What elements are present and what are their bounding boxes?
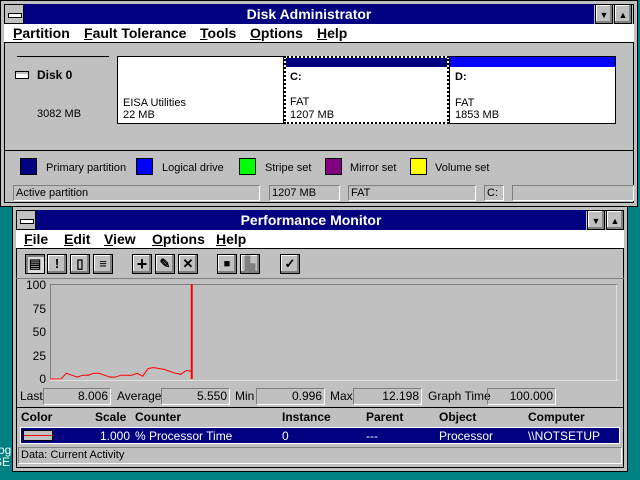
max-label: Max [330, 389, 353, 403]
chart-view-button[interactable]: ▤ [25, 254, 45, 274]
max-value: 12.198 [353, 388, 422, 405]
legend-swatch-primary [20, 158, 37, 175]
graph-time-value: 100.000 [487, 388, 556, 405]
y-tick-label: 75 [32, 302, 46, 316]
average-value: 5.550 [161, 388, 230, 405]
counter-computer: \\NOTSETUP [528, 429, 601, 443]
alert-view-button[interactable]: ! [47, 254, 67, 274]
partition-color-bar [450, 57, 615, 67]
system-menu-button[interactable] [16, 210, 36, 230]
counter-scale: 1.000 [100, 429, 131, 443]
report-view-button[interactable]: ≡ [93, 254, 113, 274]
partition-eisa[interactable]: EISA Utilities 22 MB [117, 56, 284, 124]
disk-size: 3082 MB [37, 108, 82, 120]
min-label: Min [235, 389, 255, 403]
partition-c[interactable]: C: FAT 1207 MB [284, 56, 449, 124]
disk-icon [15, 71, 29, 79]
last-value: 8.006 [43, 388, 111, 405]
header-instance: Instance [282, 410, 331, 424]
legend-swatch-volume [410, 158, 427, 175]
status-extra [512, 185, 634, 201]
divider [16, 407, 624, 408]
legend-mirror: Mirror set [350, 162, 397, 174]
status-bar: Data: Current Activity [18, 447, 622, 464]
legend-swatch-stripe [239, 158, 256, 175]
header-scale: Scale [95, 410, 127, 424]
counter-object: Processor [439, 429, 494, 443]
counter-parent: --- [366, 429, 378, 443]
system-menu-button[interactable] [4, 4, 24, 24]
delete-counter-button[interactable]: ✕ [178, 254, 198, 274]
menu-partition[interactable]: Partition [13, 24, 70, 42]
last-label: Last [20, 389, 43, 403]
legend-swatch-mirror [325, 158, 342, 175]
desktop-text: SE [0, 455, 11, 469]
menu-file[interactable]: File [24, 230, 48, 248]
divider [16, 278, 624, 279]
partition-name: D: [455, 71, 467, 83]
menu-help[interactable]: Help [216, 230, 246, 248]
legend-volume: Volume set [435, 162, 490, 174]
maximize-button[interactable]: ▲ [614, 4, 632, 24]
plot-frame [50, 284, 618, 380]
window-title: Performance Monitor [36, 210, 586, 230]
menu-help[interactable]: Help [317, 24, 347, 42]
header-color: Color [21, 410, 53, 424]
menu-edit[interactable]: Edit [64, 230, 90, 248]
partition-name: C: [290, 71, 302, 83]
legend-logical: Logical drive [162, 162, 224, 174]
min-value: 0.996 [256, 388, 325, 405]
header-parent: Parent [366, 410, 404, 424]
status-drive: C: [484, 185, 504, 201]
partition-size: 1207 MB [290, 109, 335, 121]
legend-swatch-logical [136, 158, 153, 175]
partition-d[interactable]: D: FAT 1853 MB [449, 56, 616, 124]
partition-color-bar [286, 58, 447, 67]
partition-fs: FAT [290, 96, 310, 108]
y-tick-label: 25 [32, 349, 46, 363]
y-tick-label: 50 [32, 325, 46, 339]
menu-options[interactable]: Options [250, 24, 303, 42]
log-view-button[interactable]: ▯ [70, 254, 90, 274]
camera-icon[interactable]: ■ [217, 254, 237, 274]
counter-instance: 0 [282, 429, 289, 443]
legend-stripe: Stripe set [265, 162, 312, 174]
menu-fault-tolerance[interactable]: Fault Tolerance [84, 24, 186, 42]
graph-time-label: Graph Time [428, 389, 491, 403]
y-tick-label: 0 [39, 372, 46, 386]
counter-name: % Processor Time [135, 429, 233, 443]
partition-fs: FAT [455, 97, 475, 109]
partition-size: 1853 MB [455, 109, 500, 121]
disk-label: Disk 0 [37, 68, 73, 82]
chart-plot [50, 284, 618, 381]
status-filesystem: FAT [348, 185, 476, 201]
partition-fs: EISA Utilities [123, 97, 186, 109]
legend-primary: Primary partition [46, 162, 127, 174]
menu-bar: Partition Fault Tolerance Tools Options … [4, 24, 634, 43]
y-tick-label: 100 [25, 278, 46, 292]
status-size: 1207 MB [269, 185, 340, 201]
minimize-button[interactable]: ▼ [595, 4, 613, 24]
header-counter: Counter [135, 410, 181, 424]
header-object: Object [439, 410, 477, 424]
menu-tools[interactable]: Tools [200, 24, 236, 42]
divider [17, 56, 109, 57]
desktop-icon-label[interactable]: rogSE [0, 444, 11, 468]
minimize-button[interactable]: ▼ [587, 210, 605, 230]
window-title: Disk Administrator [24, 4, 594, 24]
options-icon[interactable]: ✓ [280, 254, 300, 274]
counter-color-swatch [23, 430, 53, 441]
partition-size: 22 MB [123, 109, 155, 121]
maximize-button[interactable]: ▲ [606, 210, 624, 230]
divider [4, 150, 634, 151]
status-partition-type: Active partition [13, 185, 260, 201]
edit-counter-button[interactable]: ✎ [155, 254, 175, 274]
bookmark-icon[interactable]: ▙ [240, 254, 260, 274]
header-computer: Computer [528, 410, 585, 424]
add-counter-button[interactable]: + [132, 254, 152, 274]
menu-options[interactable]: Options [152, 230, 205, 248]
menu-bar: File Edit View Options Help [16, 230, 624, 249]
menu-view[interactable]: View [104, 230, 136, 248]
average-label: Average [117, 389, 162, 403]
